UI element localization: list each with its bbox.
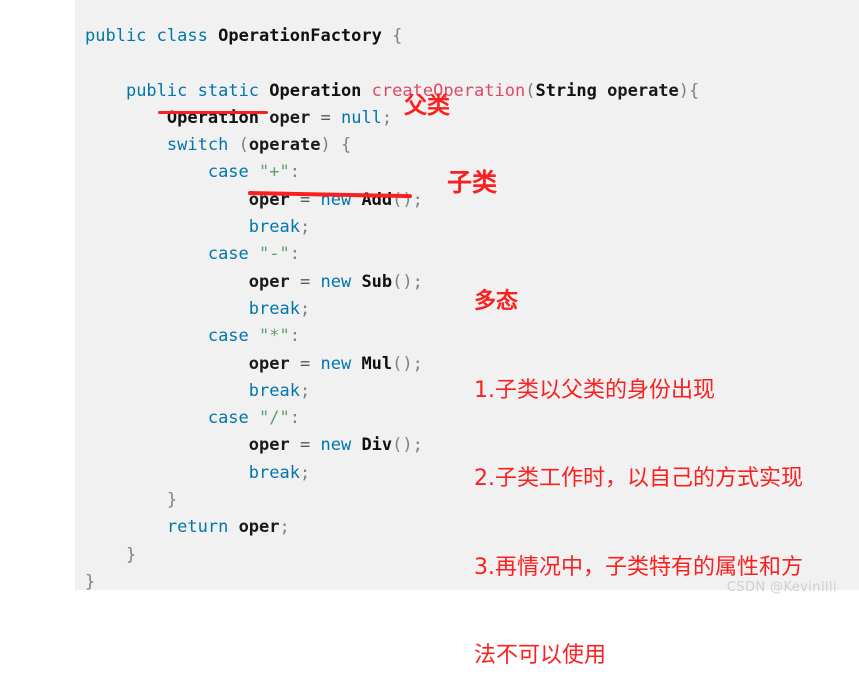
code-line: case "+": xyxy=(207,162,300,183)
code-line: public static Operation createOperation(… xyxy=(125,80,700,101)
annotation-polymorphism-item: 法不可以使用 xyxy=(474,643,607,668)
code-line: Operation oper = null; xyxy=(166,107,393,128)
annotation-polymorphism-item: 1.子类以父类的身份出现 xyxy=(474,377,715,403)
annotation-polymorphism-item: 3.再情况中，子类特有的属性和方 xyxy=(474,554,803,580)
annotation-polymorphism-heading: 多态 xyxy=(474,289,519,314)
code-line: switch (operate) { xyxy=(166,135,352,156)
annotation-underline-operation xyxy=(158,111,268,114)
annotation-polymorphism-item: 2.子类工作时，以自己的方式实现 xyxy=(474,466,803,491)
annotation-superclass-label: 父类 xyxy=(404,93,450,119)
code-line: public class OperationFactory { xyxy=(85,26,403,46)
code-line: oper = new Add(); xyxy=(248,189,423,210)
watermark: CSDN @Kevinllli xyxy=(726,580,837,595)
annotation-subclass-label: 子类 xyxy=(447,168,498,197)
annotation-polymorphism-block: 多态 1.子类以父类的身份出现 2.子类工作时，以自己的方式实现 3.再情况中，… xyxy=(474,228,803,700)
